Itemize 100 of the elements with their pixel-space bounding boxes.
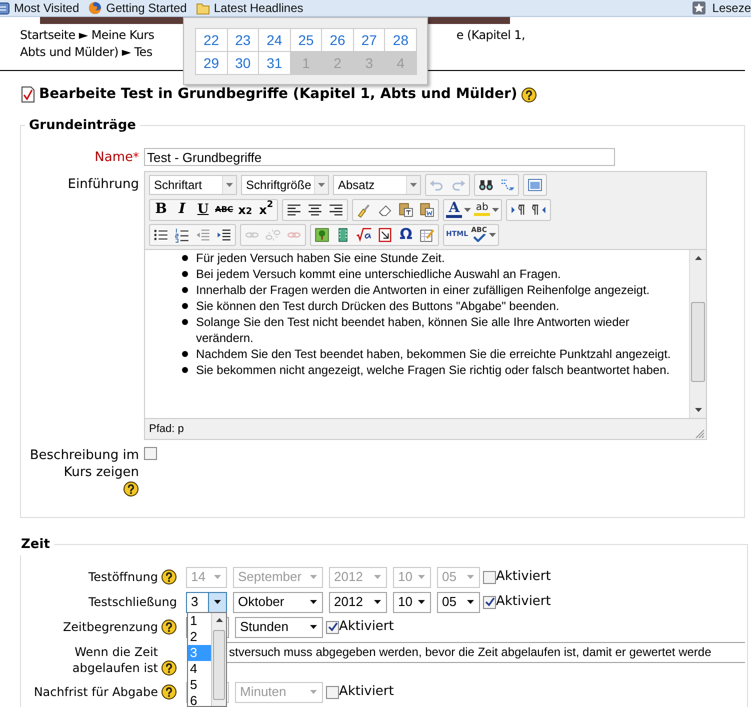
- calendar-day[interactable]: 22: [196, 29, 228, 52]
- clipboard-icon: [419, 202, 436, 218]
- checkbox[interactable]: [326, 620, 339, 634]
- italic-button[interactable]: I: [172, 200, 192, 220]
- pilcrow-arrow-icon: [531, 202, 548, 218]
- pilcrow-arrow-icon: [510, 202, 526, 218]
- calendar-day[interactable]: 31: [259, 52, 291, 75]
- caret-icon: [410, 182, 417, 186]
- crossed-page-icon: [377, 226, 393, 242]
- calendar-day[interactable]: 26: [322, 29, 354, 52]
- calendar-day[interactable]: 29: [196, 52, 228, 75]
- subscript-button[interactable]: x$_{2}$: [235, 200, 256, 220]
- name-input[interactable]: Test - Grundbegriffe: [144, 148, 615, 166]
- document-check-icon: [21, 86, 35, 103]
- checkbox-label: Aktiviert: [496, 593, 551, 612]
- caret-icon: [310, 575, 316, 579]
- scrollbar[interactable]: [211, 613, 226, 706]
- caret-icon: [418, 600, 425, 604]
- field-label: Name: [94, 150, 133, 164]
- caret-icon: [226, 182, 233, 186]
- toolbar-select[interactable]: Schriftart: [149, 174, 237, 194]
- underline-button[interactable]: U: [193, 200, 213, 220]
- dropdown-option[interactable]: 4: [188, 661, 211, 677]
- scrollbar-thumb[interactable]: [213, 630, 225, 700]
- section-legend: Zeit: [17, 535, 54, 554]
- align-center-icon: [307, 202, 324, 218]
- calendar-day[interactable]: 25: [290, 29, 322, 52]
- field-label: Beschreibung im Kurs zeigen: [29, 447, 139, 481]
- checkbox[interactable]: [144, 447, 157, 460]
- section-legend: Grundeinträge: [25, 116, 140, 136]
- folder-icon: [196, 1, 210, 15]
- symbol-button[interactable]: Ω: [396, 224, 416, 244]
- dropdown-option[interactable]: 1: [188, 613, 211, 629]
- page-title: Bearbeite Test in Grundbegriffe (Kapitel 1, Abts und Mülder): [39, 85, 518, 104]
- checkbox[interactable]: [483, 570, 496, 584]
- toolbar-select[interactable]: Schriftgröße: [241, 174, 329, 194]
- strikethrough-button[interactable]: ABC: [214, 200, 234, 220]
- caret-icon: [310, 600, 316, 604]
- dropdown-select[interactable]: Oktober: [233, 592, 323, 612]
- caret-icon: [466, 600, 474, 604]
- resize-grip-icon: [695, 429, 705, 439]
- checkbox-label: Aktiviert: [496, 568, 551, 586]
- dropdown-select[interactable]: 05: [437, 592, 480, 612]
- calendar-day[interactable]: 24: [259, 29, 291, 52]
- calendar-day[interactable]: 28: [385, 29, 417, 52]
- list-item-text: Innerhalb der Fragen werden die Antworten in einer zufälligen Reihenfolge angezeigt.: [196, 282, 650, 298]
- square-root-icon: [356, 226, 372, 242]
- caret-icon: [418, 575, 425, 579]
- checkbox[interactable]: [326, 686, 339, 698]
- bookmark-link[interactable]: Leseze: [692, 0, 751, 17]
- bookmark-link[interactable]: Latest Headlines: [196, 0, 304, 17]
- dropdown-option[interactable]: 5: [188, 677, 211, 693]
- dropdown-select[interactable]: 10: [393, 592, 431, 612]
- caret-icon: [488, 232, 496, 236]
- broken-chain-icon: [265, 226, 281, 242]
- calendar-day[interactable]: 30: [228, 52, 260, 75]
- caret-icon: [464, 208, 472, 212]
- caret-icon: [466, 575, 474, 579]
- calendar-day[interactable]: 27: [354, 29, 386, 52]
- indent-icon: [216, 226, 232, 242]
- dropdown-select[interactable]: 3: [186, 592, 227, 612]
- editor-content[interactable]: [145, 249, 706, 419]
- required-mark: *: [133, 150, 139, 164]
- superscript-button[interactable]: x$^{2}$: [256, 200, 276, 220]
- caret-icon: [310, 690, 316, 694]
- bookmark-link[interactable]: Getting Started: [88, 0, 187, 17]
- dropdown-select[interactable]: 2012: [329, 592, 387, 612]
- caret-icon: [214, 575, 220, 579]
- help-icon: [521, 86, 538, 102]
- highlight-color-button[interactable]: ab: [473, 200, 500, 220]
- path-label: Pfad: p: [149, 422, 184, 437]
- field-label: Testschließung: [88, 594, 177, 610]
- checkmark-icon: [472, 234, 486, 242]
- breadcrumb-text: Startseite ► Meine Kurs: [20, 27, 154, 44]
- caret-icon: [374, 600, 380, 604]
- toolbar-select[interactable]: Absatz: [333, 174, 421, 194]
- scrollbar-thumb[interactable]: [691, 302, 705, 382]
- select-field[interactable]: stversuch muss abgegeben werden, bevor die Zeit abgelaufen ist, damit er gewertet werde: [225, 642, 745, 662]
- bold-button[interactable]: B: [151, 200, 171, 220]
- bookmark-link[interactable]: Most Visited: [0, 0, 80, 17]
- window-icon: [527, 176, 543, 192]
- caret-icon: [374, 575, 380, 579]
- checkbox[interactable]: [483, 596, 496, 608]
- breadcrumb-text: e (Kapitel 1,: [456, 27, 525, 44]
- text-color-button[interactable]: A: [445, 200, 472, 220]
- scroll-down-icon: [694, 408, 702, 412]
- brush-icon: [356, 202, 372, 218]
- dropdown-select[interactable]: Stunden: [235, 616, 323, 638]
- dropdown-option[interactable]: 6: [188, 693, 211, 707]
- dropdown-option[interactable]: 2: [188, 629, 211, 645]
- checkbox-label: Aktiviert: [339, 683, 394, 702]
- list-item-text: Sie bekommen nicht angezeigt, welche Fragen Sie richtig oder falsch beantwortet haben.: [196, 362, 670, 378]
- outdent-icon: [195, 226, 211, 242]
- list-item-text: Für jeden Versuch haben Sie eine Stunde Zeit.: [196, 250, 445, 266]
- globe-icon: [88, 1, 102, 15]
- caret-icon: [492, 208, 500, 212]
- calendar-day[interactable]: 23: [228, 29, 260, 52]
- field-label: Einführung: [66, 176, 139, 194]
- dotted-arrow-icon: [499, 176, 515, 192]
- scrollbar[interactable]: [689, 250, 706, 418]
